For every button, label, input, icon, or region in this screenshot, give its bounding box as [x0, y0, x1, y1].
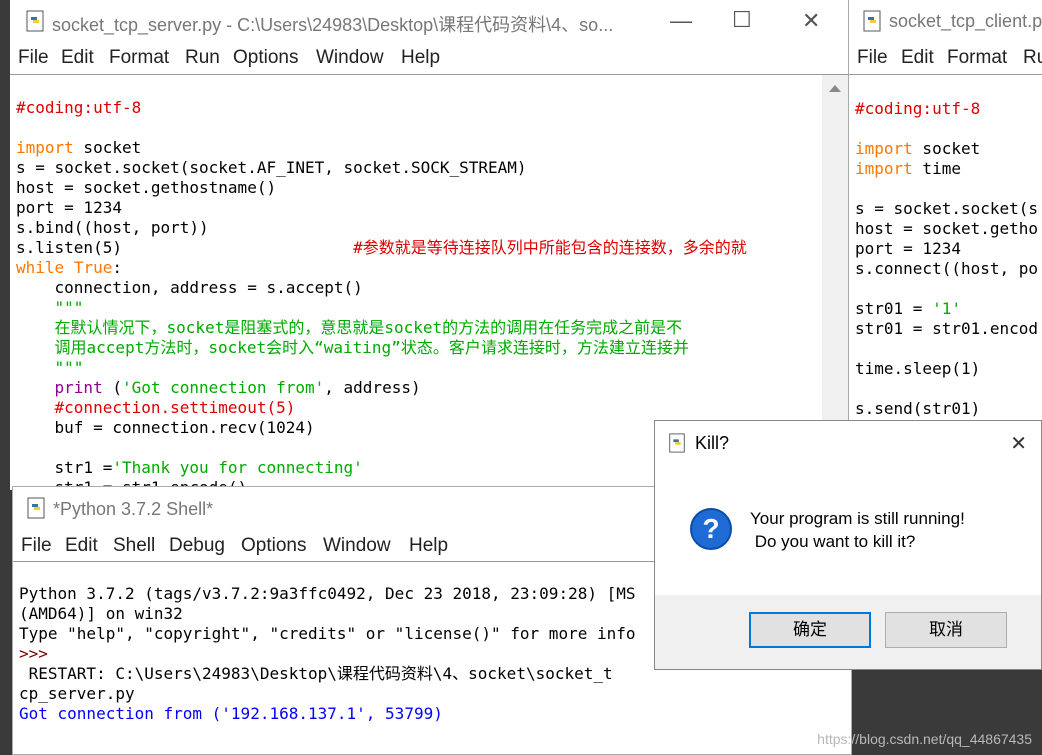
dialog-body: ? Your program is still running! Do you …	[655, 465, 1041, 595]
menu-edit[interactable]: Edit	[901, 47, 934, 69]
menu-options[interactable]: Options	[233, 47, 298, 69]
client-title: socket_tcp_client.py	[889, 11, 1042, 31]
menu-window[interactable]: Window	[323, 535, 391, 557]
python-file-icon	[863, 10, 881, 32]
menu-run[interactable]: Ru	[1023, 47, 1042, 69]
menu-file[interactable]: File	[18, 47, 49, 69]
question-icon: ?	[690, 508, 732, 550]
client-code: #coding:utf-8 import socket import time …	[855, 99, 1039, 420]
python-shell-icon	[27, 497, 45, 519]
server-titlebar[interactable]: socket_tcp_server.py - C:\Users\24983\De…	[10, 0, 848, 44]
menu-help[interactable]: Help	[409, 535, 448, 557]
client-menubar: File Edit Format Ru	[849, 44, 1042, 74]
menu-run[interactable]: Run	[185, 47, 220, 69]
menu-options[interactable]: Options	[241, 535, 306, 557]
ok-button[interactable]: 确定	[749, 612, 871, 648]
server-menubar: File Edit Format Run Options Window Help	[10, 44, 848, 74]
client-window: socket_tcp_client.py File Edit Format Ru…	[848, 0, 1042, 420]
scroll-up-arrow-icon[interactable]	[829, 85, 841, 92]
menu-format[interactable]: Format	[109, 47, 169, 69]
client-titlebar[interactable]: socket_tcp_client.py	[849, 0, 1042, 44]
server-window: socket_tcp_server.py - C:\Users\24983\De…	[10, 0, 848, 490]
menu-shell[interactable]: Shell	[113, 535, 155, 557]
menu-file[interactable]: File	[857, 47, 888, 69]
dialog-close-icon[interactable]: ✕	[1010, 431, 1027, 456]
menu-window[interactable]: Window	[316, 47, 384, 69]
watermark: https://blog.csdn.net/qq_44867435	[817, 731, 1032, 747]
server-code: #coding:utf-8 import socket s = socket.s…	[16, 98, 747, 490]
python-file-icon	[26, 10, 44, 32]
minimize-button[interactable]: —	[670, 8, 692, 34]
client-editor[interactable]: #coding:utf-8 import socket import time …	[849, 74, 1042, 420]
close-button[interactable]: ✕	[802, 8, 820, 34]
menu-edit[interactable]: Edit	[61, 47, 94, 69]
menu-help[interactable]: Help	[401, 47, 440, 69]
menu-edit[interactable]: Edit	[65, 535, 98, 557]
menu-format[interactable]: Format	[947, 47, 1007, 69]
server-title: socket_tcp_server.py - C:\Users\24983\De…	[52, 15, 614, 35]
dialog-message-line-1: Your program is still running!	[750, 509, 965, 528]
menu-debug[interactable]: Debug	[169, 535, 225, 557]
dialog-titlebar[interactable]: Kill? ✕	[655, 421, 1041, 465]
maximize-button[interactable]: ☐	[732, 7, 752, 33]
kill-dialog: Kill? ✕ ? Your program is still running!…	[654, 420, 1042, 670]
python-icon	[669, 433, 685, 453]
shell-text: Python 3.7.2 (tags/v3.7.2:9a3ffc0492, De…	[19, 584, 636, 723]
menu-file[interactable]: File	[21, 535, 52, 557]
dialog-message-line-2: Do you want to kill it?	[750, 532, 916, 551]
shell-title: *Python 3.7.2 Shell*	[53, 499, 214, 519]
dialog-title: Kill?	[695, 433, 730, 453]
cancel-button[interactable]: 取消	[885, 612, 1007, 648]
